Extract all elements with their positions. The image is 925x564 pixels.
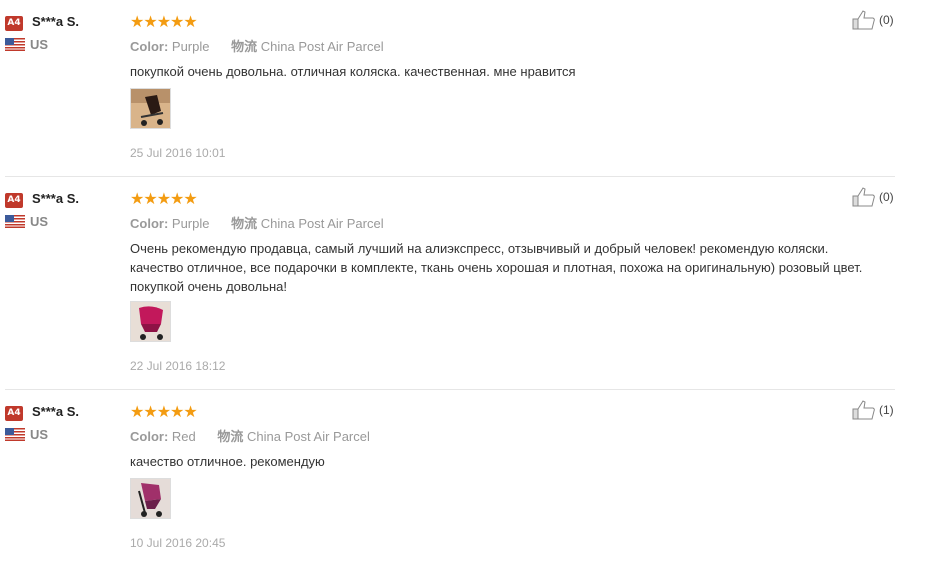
helpful-count: (0) [879, 13, 894, 27]
review-date: 10 Jul 2016 20:45 [130, 536, 226, 550]
shipping-label: 物流 [231, 39, 258, 54]
reviewer-country: US [30, 37, 49, 52]
star-rating: ★★★★★ [130, 404, 198, 421]
helpful-button[interactable]: (1) [852, 399, 902, 421]
review-text: Очень рекомендую продавца, самый лучший … [130, 241, 863, 294]
helpful-count: (0) [879, 190, 894, 204]
review-photo-thumbnail[interactable] [130, 301, 171, 342]
reviewer-name: S***a S. [32, 14, 79, 29]
shipping-label: 物流 [231, 216, 258, 231]
stroller-photo-icon [131, 89, 170, 128]
order-info: Color: Purple 物流 China Post Air Parcel [130, 36, 384, 55]
order-info: Color: Red 物流 China Post Air Parcel [130, 426, 370, 445]
review-divider [5, 389, 895, 390]
us-flag-icon [5, 215, 25, 228]
review-text: покупкой очень довольна. отличная коляск… [130, 64, 576, 79]
color-label: Color: [130, 429, 169, 444]
thumbs-up-icon [852, 400, 875, 420]
review-text: качество отличное. рекомендую [130, 454, 325, 469]
color-value: Red [171, 429, 196, 444]
reviewer-country: US [30, 214, 49, 229]
star-rating: ★★★★★ [130, 14, 198, 31]
thumbs-up-icon [852, 10, 875, 30]
review-date: 22 Jul 2016 18:12 [130, 359, 226, 373]
user-level-badge: A4 [5, 406, 23, 421]
color-value: Purple [171, 39, 210, 54]
color-label: Color: [130, 39, 169, 54]
reviewer-name: S***a S. [32, 191, 79, 206]
color-value: Purple [171, 216, 210, 231]
user-level-badge: A4 [5, 193, 23, 208]
review-photo-thumbnail[interactable] [130, 478, 171, 519]
helpful-button[interactable]: (0) [852, 186, 902, 208]
shipping-label: 物流 [217, 429, 244, 444]
reviewer-name: S***a S. [32, 404, 79, 419]
us-flag-icon [5, 38, 25, 51]
user-level-badge: A4 [5, 16, 23, 31]
stroller-photo-icon [131, 302, 170, 341]
order-info: Color: Purple 物流 China Post Air Parcel [130, 213, 384, 232]
review-photo-thumbnail[interactable] [130, 88, 171, 129]
shipping-value: China Post Air Parcel [260, 39, 384, 54]
shipping-value: China Post Air Parcel [247, 429, 370, 444]
reviewer-country: US [30, 427, 49, 442]
thumbs-up-icon [852, 187, 875, 207]
star-rating: ★★★★★ [130, 191, 198, 208]
review-date: 25 Jul 2016 10:01 [130, 146, 226, 160]
helpful-count: (1) [879, 403, 894, 417]
color-label: Color: [130, 216, 169, 231]
stroller-photo-icon [131, 479, 170, 518]
us-flag-icon [5, 428, 25, 441]
helpful-button[interactable]: (0) [852, 9, 902, 31]
review-divider [5, 176, 895, 177]
shipping-value: China Post Air Parcel [260, 216, 384, 231]
